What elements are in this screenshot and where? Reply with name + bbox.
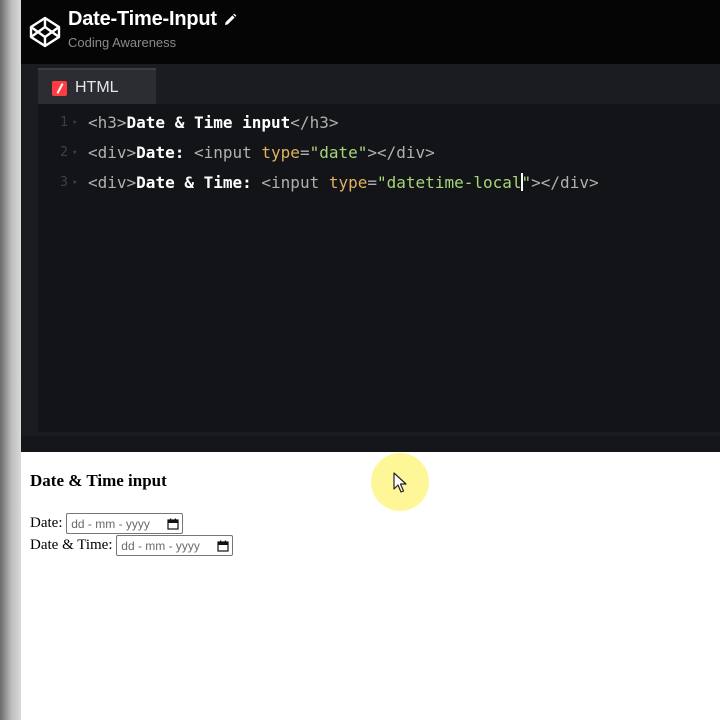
code-token-tag: <input xyxy=(261,173,329,192)
code-token-tag: ></div> xyxy=(367,143,435,162)
pencil-icon[interactable] xyxy=(223,13,237,27)
code-text: <h3>Date & Time input</h3> xyxy=(88,108,338,138)
left-edge-strip xyxy=(0,0,21,720)
code-token-tag: <h3> xyxy=(88,113,127,132)
author-name[interactable]: Coding Awareness xyxy=(68,35,176,50)
code-token-tag: <div> xyxy=(88,173,137,192)
codepen-logo-icon[interactable] xyxy=(28,15,62,49)
line-number: 2 xyxy=(60,145,68,160)
result-preview: Date & Time input Date: dd - mm - yyyy D… xyxy=(21,452,720,720)
code-text: <div>Date: <input type="date"></div> xyxy=(88,138,435,168)
panel-resize-handle[interactable] xyxy=(21,436,720,452)
date-row: Date: dd - mm - yyyy xyxy=(30,513,184,534)
code-line[interactable]: 1 ▾ <h3>Date & Time input</h3> xyxy=(38,108,720,138)
code-token-tag: </h3> xyxy=(290,113,339,132)
calendar-icon[interactable] xyxy=(217,540,229,552)
code-token-text: Date: xyxy=(136,143,194,162)
preview-heading: Date & Time input xyxy=(30,471,167,490)
line-number: 3 xyxy=(60,175,68,190)
code-line[interactable]: 2 ▾ <div>Date: <input type="date"></div> xyxy=(38,138,720,168)
code-token-tag: <div> xyxy=(88,143,137,162)
line-number: 1 xyxy=(60,115,68,130)
code-token-str: "date" xyxy=(309,143,368,162)
date-input[interactable]: dd - mm - yyyy xyxy=(66,513,184,534)
date-input-placeholder: dd - mm - yyyy xyxy=(71,516,150,531)
pen-title[interactable]: Date-Time-Input xyxy=(68,8,217,31)
html-badge-icon xyxy=(52,81,67,96)
mouse-pointer-icon xyxy=(393,472,407,493)
html-editor-panel: HTML 1 ▾ <h3>Date & Time input</h3> 2 ▾ <div>… xyxy=(21,64,720,436)
fold-arrow-icon[interactable]: ▾ xyxy=(72,168,77,198)
code-token-text: Date & Time input xyxy=(126,113,291,132)
code-editor[interactable]: 1 ▾ <h3>Date & Time input</h3> 2 ▾ <div>Date:… xyxy=(38,104,720,432)
code-token-str: " xyxy=(521,173,532,192)
code-token-tag: <input xyxy=(193,143,262,162)
datetime-input-placeholder: dd - mm - yyyy xyxy=(121,538,200,553)
datetime-row: Date & Time: dd - mm - yyyy xyxy=(30,535,234,556)
fold-arrow-icon[interactable]: ▾ xyxy=(72,108,77,138)
code-token-attr: type xyxy=(261,143,300,162)
datetime-local-input[interactable]: dd - mm - yyyy xyxy=(116,535,234,556)
tab-html[interactable]: HTML xyxy=(38,68,156,106)
code-token-str: "datetime-local xyxy=(377,173,522,192)
code-token-tag: = xyxy=(367,173,378,192)
fold-arrow-icon[interactable]: ▾ xyxy=(72,138,77,168)
code-token-text: Date & Time: xyxy=(136,173,262,192)
pen-header: Date-Time-Input Coding Awareness xyxy=(21,0,720,64)
code-line[interactable]: 3 ▾ <div>Date & Time: <input type="datetim… xyxy=(38,168,720,198)
code-token-attr: type xyxy=(328,173,368,192)
calendar-icon[interactable] xyxy=(167,518,179,530)
date-label: Date: xyxy=(30,514,63,531)
code-token-tag: = xyxy=(299,143,310,162)
tab-html-label: HTML xyxy=(75,79,119,96)
code-token-tag: ></div> xyxy=(531,173,599,192)
datetime-label: Date & Time: xyxy=(30,536,113,553)
code-text: <div>Date & Time: <input type="datetime-… xyxy=(88,168,599,198)
